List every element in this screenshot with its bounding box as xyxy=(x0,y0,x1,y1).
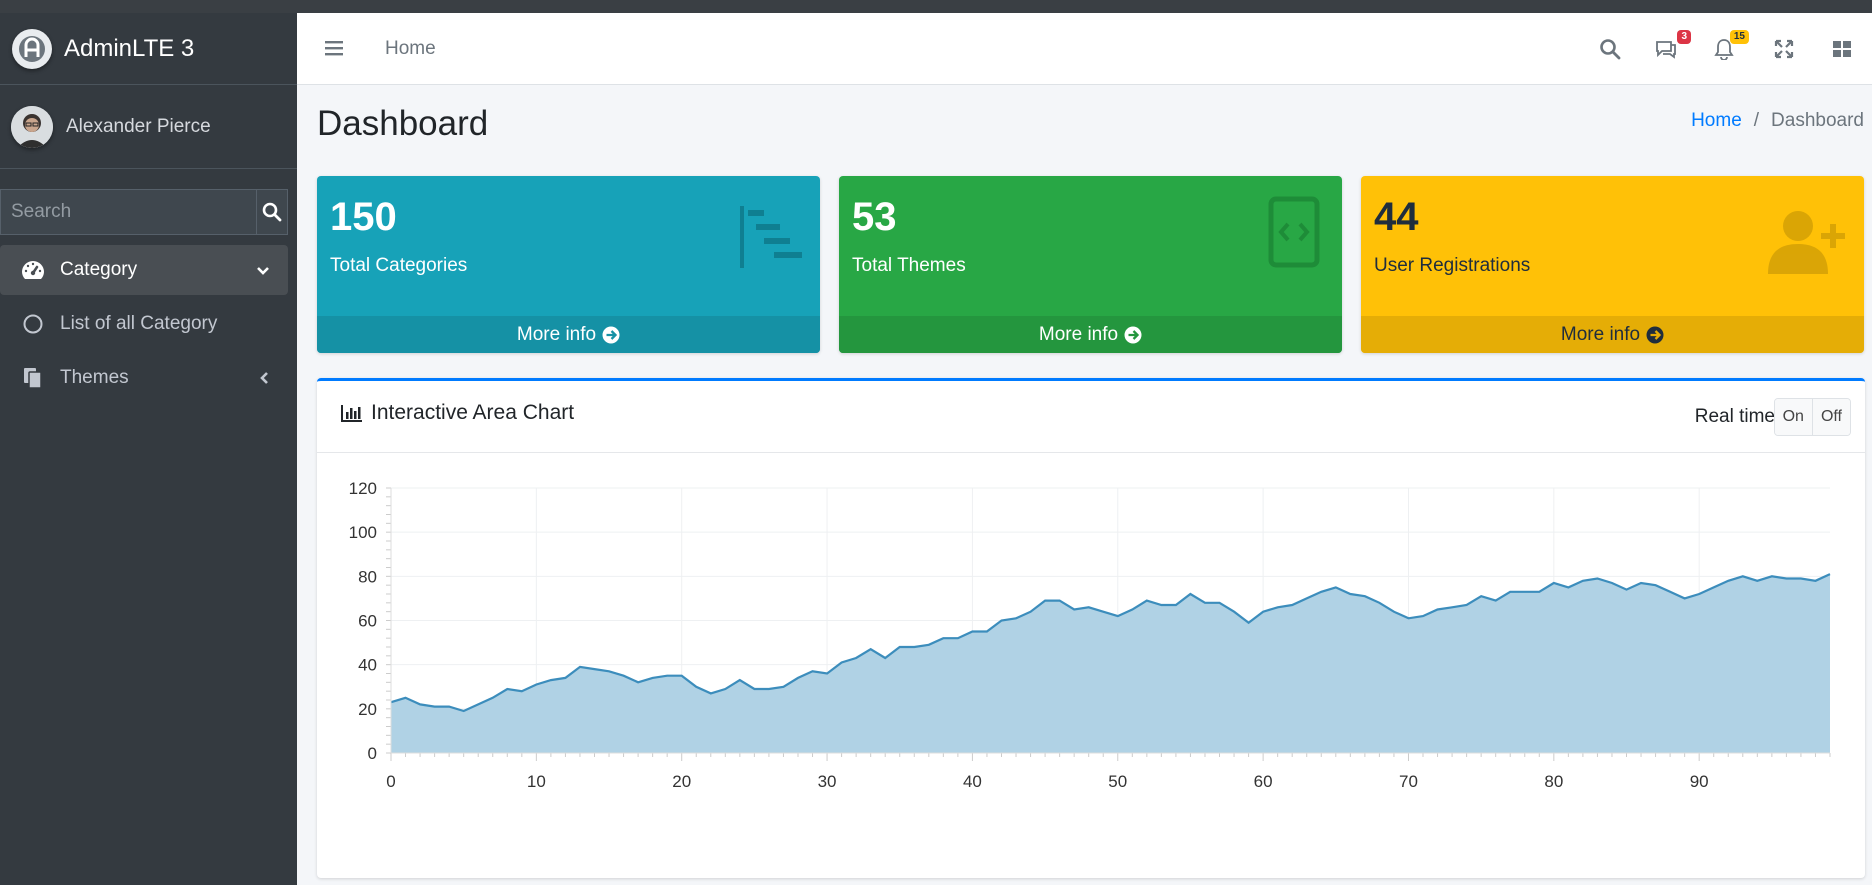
stat-label: Total Themes xyxy=(852,255,966,276)
bar-chart-icon xyxy=(341,405,362,422)
interactive-area-chart: 0 20 40 60 80 100 120 0 10 20 30 40 50 60 70 80 90 xyxy=(349,479,1831,791)
breadcrumb: Home / Dashboard xyxy=(1691,110,1864,132)
brand-link[interactable]: AdminLTE 3 xyxy=(0,13,297,85)
more-info-label: More info xyxy=(1560,323,1641,345)
y-tick-label: 0 xyxy=(368,744,377,763)
sidebar-item-category[interactable]: Category xyxy=(0,245,288,295)
brand-logo-icon xyxy=(12,28,52,69)
arrow-circle-right-icon xyxy=(1646,326,1664,343)
sidebar-item-label: Themes xyxy=(60,367,129,388)
realtime-off-button[interactable]: Off xyxy=(1811,399,1850,435)
control-sidebar-grid-icon[interactable] xyxy=(1829,36,1855,62)
y-tick-label: 60 xyxy=(358,612,377,631)
x-tick-label: 20 xyxy=(672,772,691,791)
x-tick-label: 50 xyxy=(1108,772,1127,791)
messages-icon[interactable]: 3 xyxy=(1653,30,1691,62)
x-tick-label: 60 xyxy=(1254,772,1273,791)
y-tick-label: 120 xyxy=(349,479,377,498)
chevron-down-icon xyxy=(256,261,270,283)
stat-label: Total Categories xyxy=(330,255,468,276)
window-top-strip xyxy=(0,0,1872,13)
realtime-label: Real time xyxy=(1694,406,1775,427)
x-tick-label: 90 xyxy=(1690,772,1709,791)
x-tick-label: 70 xyxy=(1399,772,1418,791)
notifications-count-badge: 15 xyxy=(1729,30,1749,44)
sidebar-search xyxy=(0,189,288,235)
page-title: Dashboard xyxy=(317,104,489,143)
navbar-search-icon[interactable] xyxy=(1597,36,1623,62)
messages-count-badge: 3 xyxy=(1677,30,1691,44)
code-file-icon xyxy=(1268,196,1320,273)
breadcrumb-home-link[interactable]: Home xyxy=(1691,110,1742,132)
sidebar-item-themes[interactable]: Themes xyxy=(0,353,288,403)
x-tick-label: 30 xyxy=(818,772,837,791)
sidebar-search-input[interactable] xyxy=(0,189,256,235)
breadcrumb-separator: / xyxy=(1753,110,1760,131)
stat-value: 150 xyxy=(330,195,397,239)
copy-icon xyxy=(20,365,46,391)
user-plus-icon xyxy=(1766,206,1848,281)
user-name[interactable]: Alexander Pierce xyxy=(66,116,211,138)
search-icon xyxy=(262,202,282,222)
area-fill xyxy=(391,574,1830,753)
more-info-label: More info xyxy=(516,323,597,345)
card-title: Interactive Area Chart xyxy=(341,401,574,425)
sidebar-search-button[interactable] xyxy=(256,189,288,235)
arrow-circle-right-icon xyxy=(1124,326,1142,343)
x-tick-label: 0 xyxy=(386,772,395,791)
stat-box-themes: 53 Total Themes More info xyxy=(839,176,1342,353)
avatar xyxy=(11,105,53,148)
sidebar-item-label: List of all Category xyxy=(60,313,218,334)
stat-more-info-link[interactable]: More info xyxy=(1361,316,1864,353)
area-chart-card: Interactive Area Chart Real time On Off … xyxy=(317,378,1865,878)
x-tick-label: 40 xyxy=(963,772,982,791)
navbar-home-link[interactable]: Home xyxy=(385,38,436,60)
brand-name: AdminLTE 3 xyxy=(64,34,195,62)
stat-box-user-registrations: 44 User Registrations More info xyxy=(1361,176,1864,353)
tasks-icon xyxy=(738,204,804,275)
chevron-left-icon xyxy=(258,369,270,391)
card-title-text: Interactive Area Chart xyxy=(371,401,575,424)
circle-icon xyxy=(20,311,46,337)
y-tick-label: 100 xyxy=(349,523,377,542)
x-tick-label: 10 xyxy=(527,772,546,791)
fullscreen-expand-icon[interactable] xyxy=(1771,36,1797,62)
stat-more-info-link[interactable]: More info xyxy=(839,316,1342,353)
sidebar: AdminLTE 3 Alexander Pierce Search Categ… xyxy=(0,13,297,885)
x-tick-label: 80 xyxy=(1544,772,1563,791)
tachometer-icon xyxy=(20,257,46,283)
realtime-toggle: On Off xyxy=(1773,398,1851,436)
y-tick-label: 40 xyxy=(358,656,377,675)
stat-box-categories: 150 Total Categories More info xyxy=(317,176,820,353)
top-navbar: Home 3 15 xyxy=(297,13,1872,85)
card-header: Interactive Area Chart Real time On Off xyxy=(317,381,1865,453)
stat-value: 53 xyxy=(852,195,897,239)
more-info-label: More info xyxy=(1038,323,1119,345)
y-tick-label: 20 xyxy=(358,700,377,719)
sidebar-nav: Category List of all Category Themes xyxy=(0,245,297,403)
notifications-bell-icon[interactable]: 15 xyxy=(1711,30,1749,62)
sidebar-item-list-of-all-category[interactable]: List of all Category xyxy=(0,299,288,349)
arrow-circle-right-icon xyxy=(602,326,620,343)
stat-more-info-link[interactable]: More info xyxy=(317,316,820,353)
breadcrumb-current: Dashboard xyxy=(1771,110,1864,131)
content-header: Dashboard xyxy=(317,104,488,144)
sidebar-item-label: Category xyxy=(60,259,138,280)
y-tick-label: 80 xyxy=(358,567,377,586)
menu-toggle-icon[interactable] xyxy=(325,39,343,62)
realtime-on-button[interactable]: On xyxy=(1774,399,1812,435)
user-panel[interactable]: Alexander Pierce xyxy=(0,85,297,169)
